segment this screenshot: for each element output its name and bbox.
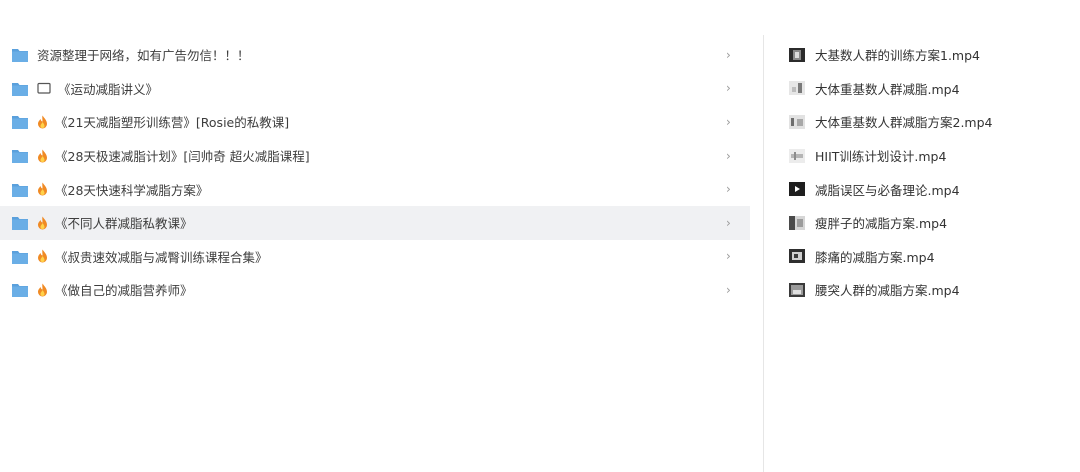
chevron-right-icon[interactable]: › [726,182,731,196]
file-row-3[interactable]: HIIT训练计划设计.mp4 [789,139,1069,173]
video-thumbnail-icon [789,282,805,297]
fire-icon [38,283,47,297]
chevron-right-icon[interactable]: › [726,81,731,95]
folder-row-7[interactable]: 《做自己的减脂营养师》 › [0,273,750,307]
folder-row-3[interactable]: 《28天极速减脂计划》[闫帅奇 超火减脂课程] › [0,139,750,173]
file-name: 膝痛的减脂方案.mp4 [815,249,935,265]
folder-label: 《叔贵速效减脂与减臀训练课程合集》 [55,249,268,265]
folder-icon [12,183,28,197]
chevron-right-icon[interactable]: › [726,216,731,230]
folder-label: 资源整理于网络，如有广告勿信！！！ [37,48,250,64]
folder-row-5-selected[interactable]: 《不同人群减脂私教课》 › [0,205,750,240]
folder-icon [12,116,28,130]
file-row-4[interactable]: 减脂误区与必备理论.mp4 [789,172,1069,206]
video-thumbnail-icon [789,81,805,96]
folder-icon [12,250,28,264]
file-name: 瘦胖子的减脂方案.mp4 [815,216,948,232]
chevron-right-icon[interactable]: › [726,48,731,62]
file-name: 大基数人群的训练方案1.mp4 [815,48,980,64]
chevron-right-icon[interactable]: › [726,283,731,297]
file-name: 大体重基数人群减脂方案2.mp4 [815,115,993,131]
file-row-1[interactable]: 大体重基数人群减脂.mp4 [789,72,1069,106]
folder-label: 《做自己的减脂营养师》 [55,283,193,299]
video-thumbnail-icon [789,182,805,197]
folder-row-0[interactable]: 资源整理于网络，如有广告勿信！！！ › [0,38,750,72]
chevron-right-icon[interactable]: › [726,149,731,163]
file-name: HIIT训练计划设计.mp4 [815,149,947,165]
folder-row-6[interactable]: 《叔贵速效减脂与减臀训练课程合集》 › [0,240,750,274]
video-thumbnail-icon [789,148,805,163]
folder-icon [12,284,28,298]
video-thumbnail-icon [789,215,805,230]
folder-icon [12,49,28,63]
folder-row-1[interactable]: 《运动减脂讲义》 › [0,72,750,106]
video-thumbnail-icon [789,114,805,129]
folder-icon [12,217,28,231]
file-name: 腰突人群的减脂方案.mp4 [815,283,960,299]
folder-label: 《28天极速减脂计划》[闫帅奇 超火减脂课程] [55,149,310,165]
file-row-6[interactable]: 膝痛的减脂方案.mp4 [789,240,1069,274]
folder-row-2[interactable]: 《21天减脂塑形训练营》[Rosie的私教课] › [0,105,750,139]
folder-list: 资源整理于网络，如有广告勿信！！！ › 《运动减脂讲义》 › 《21天减脂塑形训… [0,38,750,307]
folder-icon [12,82,28,96]
folder-row-4[interactable]: 《28天快速科学减脂方案》 › [0,172,750,206]
file-name: 减脂误区与必备理论.mp4 [815,182,960,198]
fire-icon [38,249,47,263]
video-thumbnail-icon [789,249,805,264]
fire-icon [38,182,47,196]
file-list: 大基数人群的训练方案1.mp4 大体重基数人群减脂.mp4 大体重基数人群减脂方… [789,38,1069,307]
file-row-7[interactable]: 腰突人群的减脂方案.mp4 [789,273,1069,307]
folder-label: 《21天减脂塑形训练营》[Rosie的私教课] [55,115,290,131]
file-row-5[interactable]: 瘦胖子的减脂方案.mp4 [789,206,1069,240]
pane-divider[interactable] [763,35,764,472]
fire-icon [38,216,47,230]
file-row-0[interactable]: 大基数人群的训练方案1.mp4 [789,38,1069,72]
folder-icon [12,150,28,164]
chevron-right-icon[interactable]: › [726,115,731,129]
video-thumbnail-icon [789,47,805,62]
folder-label: 《不同人群减脂私教课》 [55,216,193,232]
fire-icon [38,115,47,129]
fire-icon [38,149,47,163]
chevron-right-icon[interactable]: › [726,249,731,263]
file-name: 大体重基数人群减脂.mp4 [815,81,960,97]
chat-icon [37,82,51,94]
folder-label: 《28天快速科学减脂方案》 [55,182,209,198]
file-row-2[interactable]: 大体重基数人群减脂方案2.mp4 [789,105,1069,139]
folder-label: 《运动减脂讲义》 [58,81,159,97]
